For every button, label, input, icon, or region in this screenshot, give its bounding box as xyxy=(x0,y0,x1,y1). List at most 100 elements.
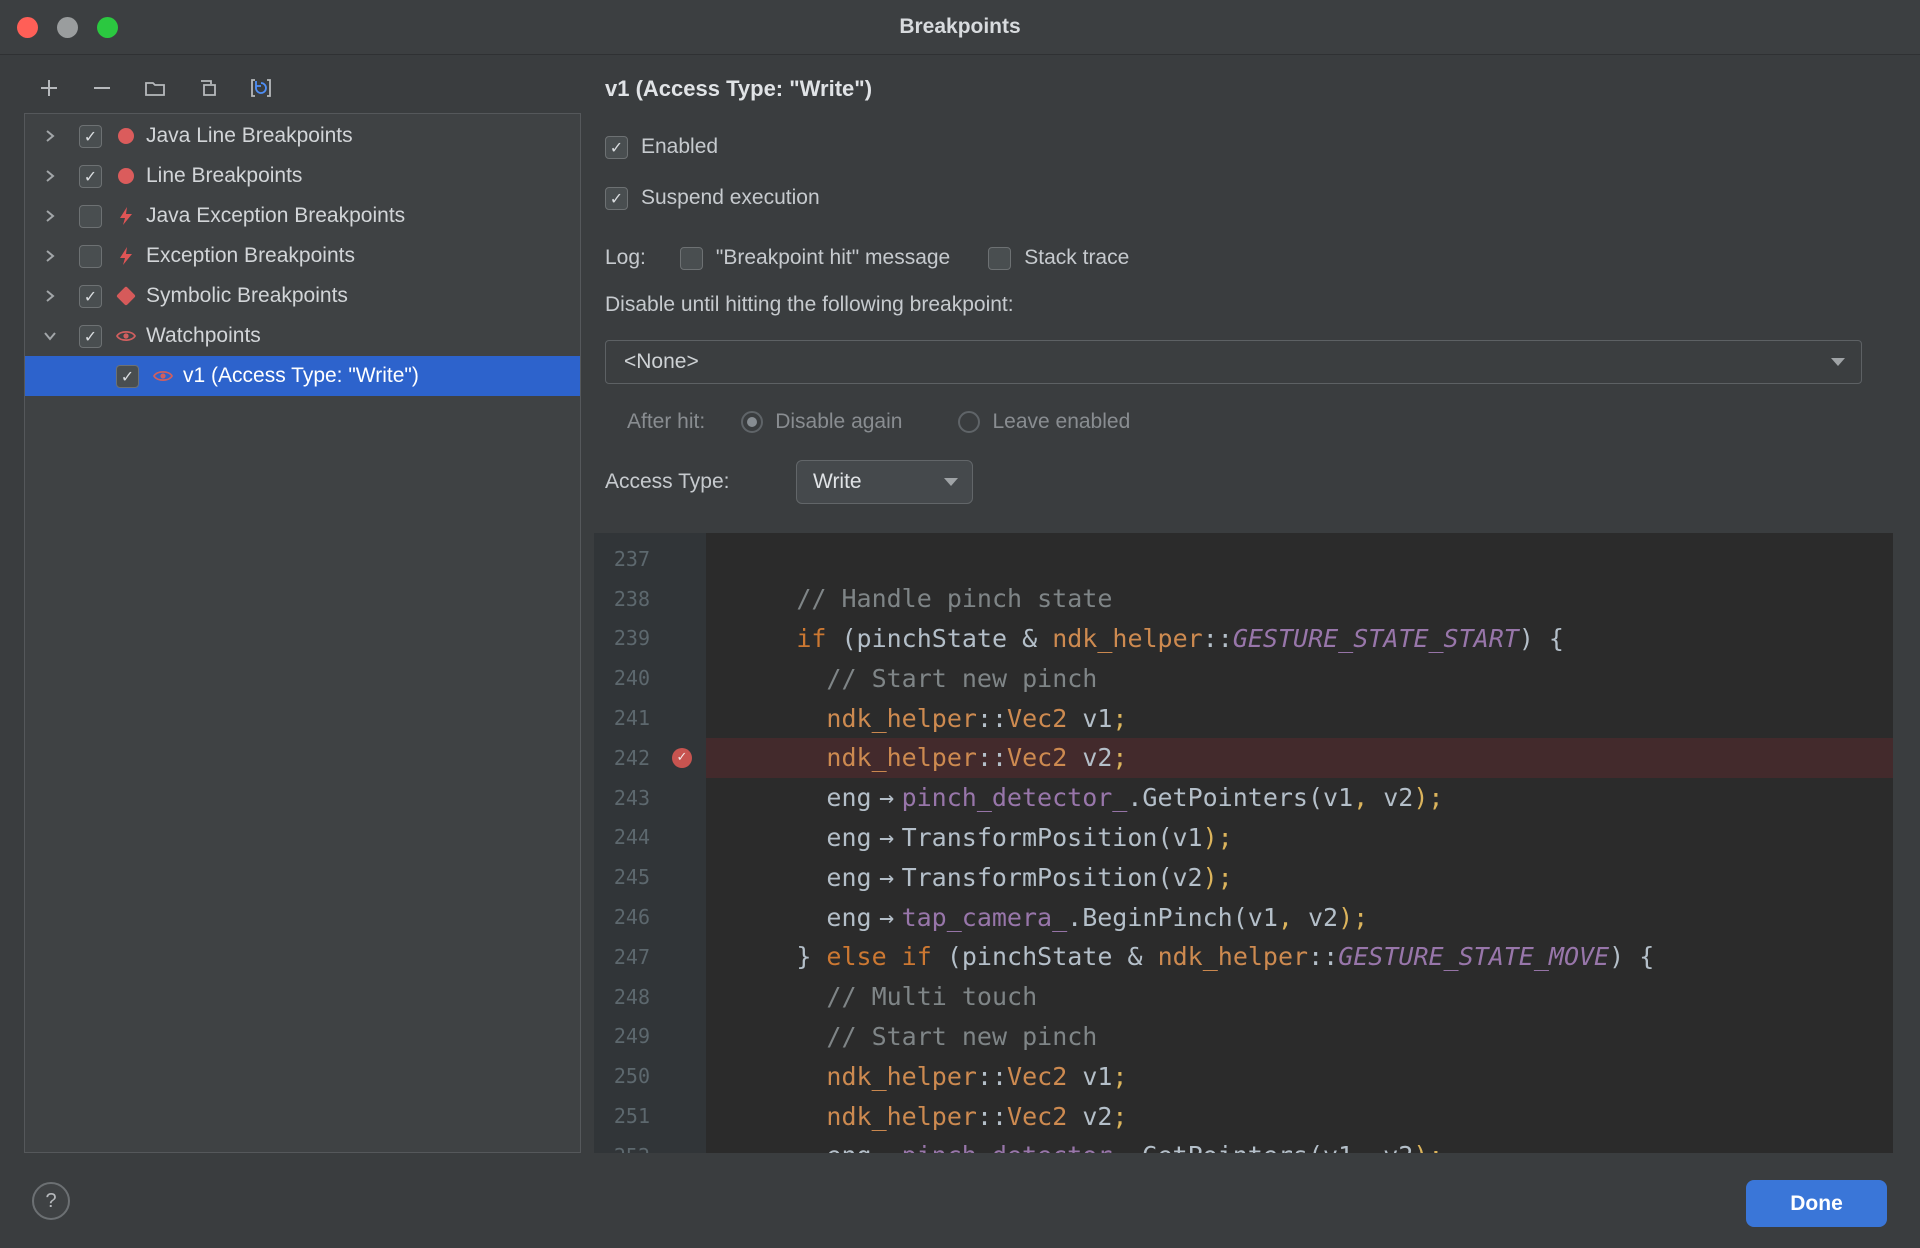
tree-item[interactable]: Exception Breakpoints xyxy=(25,236,580,276)
enabled-label: Enabled xyxy=(641,135,719,158)
disable-until-label: Disable until hitting the following brea… xyxy=(605,293,1014,316)
gutter[interactable] xyxy=(650,1136,706,1153)
line-number[interactable]: 245 xyxy=(594,865,650,889)
gutter[interactable] xyxy=(650,579,706,619)
gutter[interactable] xyxy=(650,897,706,937)
chevron-right-icon[interactable] xyxy=(38,244,62,268)
done-button[interactable]: Done xyxy=(1746,1180,1887,1227)
code-line[interactable]: 252 eng→pinch_detector_.GetPointers(v1, … xyxy=(594,1136,1893,1153)
chevron-right-icon[interactable] xyxy=(38,164,62,188)
enabled-checkbox[interactable] xyxy=(605,135,628,159)
gutter[interactable] xyxy=(650,818,706,858)
line-number[interactable]: 240 xyxy=(594,666,650,690)
gutter[interactable] xyxy=(650,738,706,778)
leave-enabled-radio[interactable] xyxy=(958,411,981,433)
line-number[interactable]: 248 xyxy=(594,985,650,1009)
line-number[interactable]: 242 xyxy=(594,746,650,770)
code-line[interactable]: 250 ndk_helper::Vec2 v1; xyxy=(594,1056,1893,1096)
line-number[interactable]: 244 xyxy=(594,825,650,849)
code-line[interactable]: 244 eng → TransformPosition(v1); xyxy=(594,818,1893,858)
gutter[interactable] xyxy=(650,1096,706,1136)
code-line[interactable]: 248 // Multi touch xyxy=(594,977,1893,1017)
tree-item-checkbox[interactable] xyxy=(79,124,102,148)
disable-again-radio[interactable] xyxy=(741,411,764,433)
line-number[interactable]: 249 xyxy=(594,1024,650,1048)
disable-until-value: <None> xyxy=(624,350,699,373)
code-text: } else if (pinchState & ndk_helper::GEST… xyxy=(796,942,1655,972)
tree-item-checkbox[interactable] xyxy=(79,204,102,228)
tree-item-label: Exception Breakpoints xyxy=(146,244,355,267)
code-line[interactable]: 247 } else if (pinchState & ndk_helper::… xyxy=(594,937,1893,977)
chevron-down-icon[interactable] xyxy=(38,324,62,348)
code-line[interactable]: 245 eng → TransformPosition(v2); xyxy=(594,857,1893,897)
gutter[interactable] xyxy=(650,698,706,738)
breakpoint-title: v1 (Access Type: "Write") xyxy=(605,76,873,101)
line-number[interactable]: 250 xyxy=(594,1064,650,1088)
line-number[interactable]: 246 xyxy=(594,905,650,929)
chevron-right-icon[interactable] xyxy=(38,284,62,308)
log-row: Log: "Breakpoint hit" message Stack trac… xyxy=(605,244,1129,272)
chevron-right-icon[interactable] xyxy=(38,124,62,148)
tree-item-checkbox[interactable] xyxy=(79,244,102,268)
code-line[interactable]: 243 eng → pinch_detector_.GetPointers(v1, … xyxy=(594,778,1893,818)
code-preview: 237 238 // Handle pinch state 239 if (pinc… xyxy=(594,533,1893,1153)
gutter[interactable] xyxy=(650,539,706,579)
code-line[interactable]: 251 ndk_helper::Vec2 v2; xyxy=(594,1096,1893,1136)
tree-item[interactable]: Line Breakpoints xyxy=(25,156,580,196)
code-line[interactable]: 237 xyxy=(594,539,1893,579)
tree-item[interactable]: v1 (Access Type: "Write") xyxy=(25,356,580,396)
after-hit-row: After hit: Disable again Leave enabled xyxy=(627,408,1130,436)
tree-item[interactable]: Symbolic Breakpoints xyxy=(25,276,580,316)
tree-item-checkbox[interactable] xyxy=(116,364,139,388)
line-number[interactable]: 243 xyxy=(594,786,650,810)
tree-item-checkbox[interactable] xyxy=(79,164,102,188)
watchpoint-eye-icon xyxy=(114,324,138,348)
gutter[interactable] xyxy=(650,857,706,897)
line-number[interactable]: 241 xyxy=(594,706,650,730)
code-line[interactable]: 249 // Start new pinch xyxy=(594,1017,1893,1057)
tree-item[interactable]: Watchpoints xyxy=(25,316,580,356)
suspend-execution-label: Suspend execution xyxy=(641,186,820,209)
line-number[interactable]: 238 xyxy=(594,587,650,611)
gutter[interactable] xyxy=(650,937,706,977)
code-line[interactable]: 238 // Handle pinch state xyxy=(594,579,1893,619)
tree-item[interactable]: Java Line Breakpoints xyxy=(25,116,580,156)
gutter[interactable] xyxy=(650,1017,706,1057)
code-text: // Handle pinch state xyxy=(796,584,1113,614)
code-line[interactable]: 239 if (pinchState & ndk_helper::GESTURE… xyxy=(594,619,1893,659)
code-line[interactable]: 242 ndk_helper::Vec2 v2; xyxy=(594,737,1893,778)
gutter[interactable] xyxy=(650,658,706,698)
chevron-right-icon[interactable] xyxy=(38,204,62,228)
line-number[interactable]: 239 xyxy=(594,626,650,650)
line-number[interactable]: 251 xyxy=(594,1104,650,1128)
code-text: eng→pinch_detector_.GetPointers(v1, v2); xyxy=(706,1141,1893,1153)
code-line[interactable]: 241 ndk_helper::Vec2 v1; xyxy=(594,698,1893,738)
code-line[interactable]: 240 // Start new pinch xyxy=(594,658,1893,698)
tree-item-checkbox[interactable] xyxy=(79,284,102,308)
access-type-combo[interactable]: Write xyxy=(796,460,973,504)
remove-icon[interactable] xyxy=(89,75,115,101)
tree-item-checkbox[interactable] xyxy=(79,324,102,348)
group-by-icon[interactable] xyxy=(142,75,168,101)
chevron-down-icon xyxy=(944,478,958,486)
code-line[interactable]: 246 eng → tap_camera_.BeginPinch(v1, v2); xyxy=(594,897,1893,937)
watchpoint-verified-icon[interactable] xyxy=(672,747,692,768)
move-to-group-icon[interactable] xyxy=(195,75,221,101)
gutter[interactable] xyxy=(650,619,706,659)
add-icon[interactable] xyxy=(36,75,62,101)
gutter[interactable] xyxy=(650,778,706,818)
help-button[interactable]: ? xyxy=(32,1182,70,1220)
breakpoint-hit-message-label: "Breakpoint hit" message xyxy=(715,246,951,269)
gutter[interactable] xyxy=(650,977,706,1017)
stack-trace-checkbox[interactable] xyxy=(988,246,1012,270)
tree-item[interactable]: Java Exception Breakpoints xyxy=(25,196,580,236)
breakpoint-hit-message-checkbox[interactable] xyxy=(679,246,703,270)
suspend-execution-checkbox[interactable] xyxy=(605,186,628,210)
line-number[interactable]: 252 xyxy=(594,1144,650,1153)
access-type-value: Write xyxy=(813,470,862,493)
line-number[interactable]: 247 xyxy=(594,945,650,969)
disable-until-select[interactable]: <None> xyxy=(605,340,1862,384)
reset-view-icon[interactable] xyxy=(248,75,274,101)
gutter[interactable] xyxy=(650,1056,706,1096)
line-number[interactable]: 237 xyxy=(594,547,650,571)
